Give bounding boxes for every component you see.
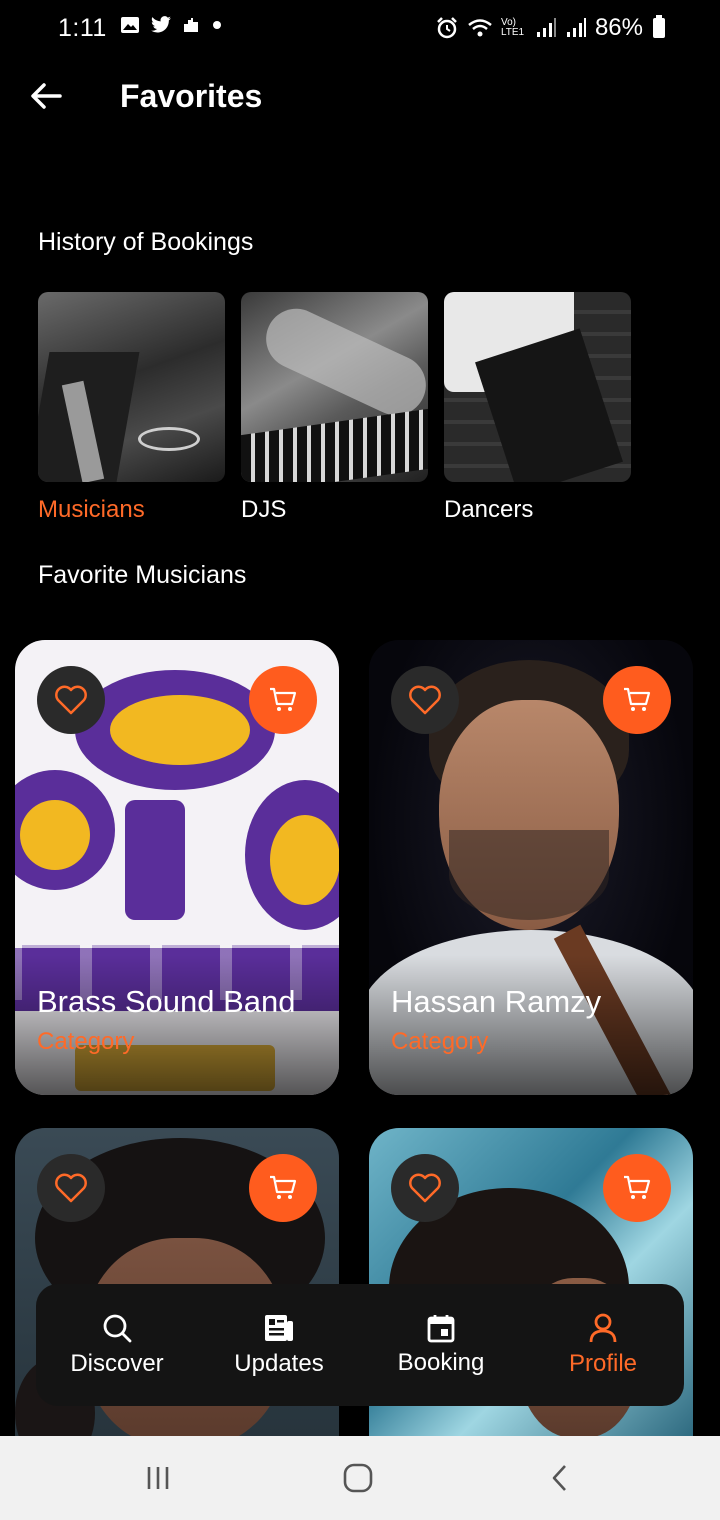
favorites-section-title: Favorite Musicians	[38, 561, 247, 589]
history-label-dancers: Dancers	[444, 496, 534, 523]
favorite-button[interactable]	[391, 1154, 459, 1222]
cart-icon	[624, 1175, 651, 1199]
recent-apps-icon	[147, 1467, 169, 1489]
nav-booking[interactable]: Booking	[360, 1284, 522, 1406]
back-button[interactable]	[26, 76, 66, 116]
history-list: Musicians DJS Dancers	[38, 292, 631, 524]
person-icon	[589, 1313, 617, 1343]
card-gradient	[369, 955, 693, 1095]
history-label-djs: DJS	[241, 496, 287, 523]
musician-name: Hassan Ramzy	[391, 984, 602, 1019]
nav-label-updates: Updates	[234, 1350, 324, 1377]
cart-icon	[624, 687, 651, 711]
favorite-button[interactable]	[391, 666, 459, 734]
nav-updates[interactable]: Updates	[198, 1284, 360, 1406]
system-back-button[interactable]	[540, 1458, 580, 1498]
search-icon	[103, 1314, 132, 1343]
cart-button[interactable]	[249, 1154, 317, 1222]
djs-image	[241, 292, 428, 482]
history-item-dancers[interactable]: Dancers	[444, 292, 631, 524]
dancers-image	[444, 292, 631, 482]
bottom-navigation: Discover Updates Booking Profile	[36, 1284, 684, 1406]
musician-card[interactable]: Brass Sound Band Category	[15, 640, 339, 1095]
cart-icon	[270, 1175, 297, 1199]
notification-icons	[120, 16, 222, 34]
cart-button[interactable]	[603, 1154, 671, 1222]
arrow-left-icon	[31, 83, 62, 109]
cart-button[interactable]	[603, 666, 671, 734]
heart-icon	[409, 685, 441, 715]
battery-icon	[653, 15, 665, 38]
status-bar: 1:11 Vo) LTE1 86%	[0, 0, 720, 58]
wifi-icon	[468, 19, 492, 37]
status-time: 1:11	[58, 14, 107, 42]
dot-icon	[213, 21, 221, 29]
nav-label-profile: Profile	[568, 1350, 638, 1377]
page-title: Favorites	[120, 78, 263, 114]
nav-discover[interactable]: Discover	[36, 1284, 198, 1406]
musician-category: Category	[37, 1028, 135, 1055]
network-label: Vo) LTE1	[500, 17, 525, 38]
heart-icon	[409, 1173, 441, 1203]
nav-profile[interactable]: Profile	[522, 1284, 684, 1406]
app-notification-icon	[184, 18, 198, 32]
chevron-left-icon	[552, 1465, 566, 1491]
system-status-icons: Vo) LTE1 86%	[435, 14, 665, 42]
musician-card[interactable]: Hassan Ramzy Category	[369, 640, 693, 1095]
history-item-musicians[interactable]: Musicians	[38, 292, 225, 524]
system-navigation-bar	[0, 1436, 720, 1520]
musicians-image	[38, 292, 225, 482]
home-icon	[343, 1463, 373, 1493]
nav-label-discover: Discover	[70, 1350, 164, 1377]
card-gradient	[15, 955, 339, 1095]
battery-percent: 86%	[594, 14, 643, 41]
recent-apps-button[interactable]	[138, 1458, 178, 1498]
history-label-musicians: Musicians	[38, 496, 145, 523]
musician-name: Brass Sound Band	[37, 984, 296, 1019]
gallery-icon	[121, 17, 139, 33]
history-item-djs[interactable]: DJS	[241, 292, 428, 524]
cart-icon	[270, 687, 297, 711]
signal-icon-2	[566, 18, 586, 37]
heart-icon	[55, 685, 87, 715]
home-button[interactable]	[338, 1458, 378, 1498]
cart-button[interactable]	[249, 666, 317, 734]
twitter-icon	[151, 16, 171, 33]
heart-icon	[55, 1173, 87, 1203]
signal-icon	[536, 18, 556, 37]
favorite-button[interactable]	[37, 1154, 105, 1222]
history-section-title: History of Bookings	[38, 228, 254, 256]
nav-label-booking: Booking	[397, 1349, 485, 1376]
musician-category: Category	[391, 1028, 489, 1055]
calendar-icon	[427, 1315, 455, 1343]
alarm-icon	[437, 17, 457, 39]
newspaper-icon	[265, 1315, 293, 1341]
favorite-button[interactable]	[37, 666, 105, 734]
